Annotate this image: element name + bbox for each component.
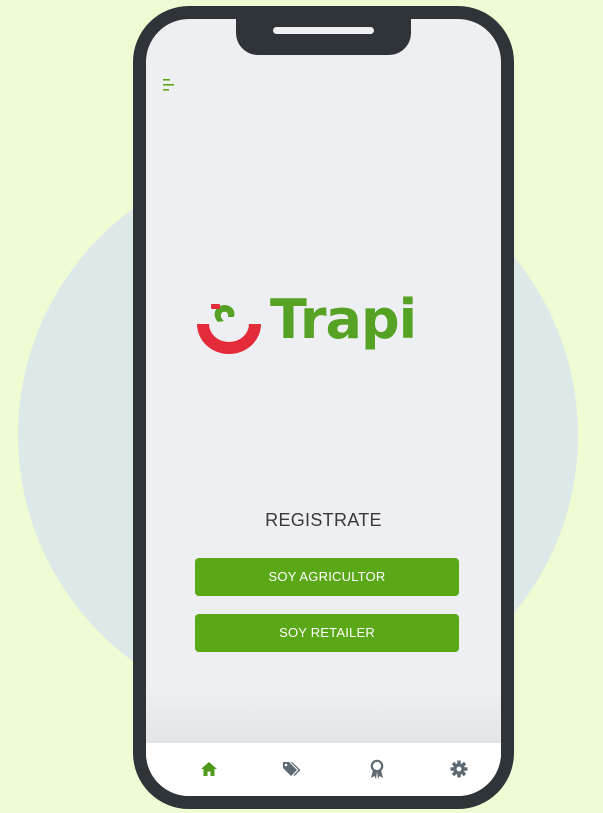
stage: Trapi REGISTRATE SOY AGRICULTOR SOY RETA… (0, 0, 603, 813)
home-indicator[interactable] (259, 797, 387, 802)
brand-name: Trapi (270, 288, 417, 351)
register-title: REGISTRATE (265, 510, 382, 530)
award-icon[interactable] (367, 759, 393, 785)
tag-icon[interactable] (281, 759, 307, 785)
phone-notch (236, 19, 411, 55)
chili-logo-icon (197, 304, 261, 354)
trapi-logo: Trapi (184, 284, 474, 374)
phone-frame: Trapi REGISTRATE SOY AGRICULTOR SOY RETA… (133, 6, 514, 809)
menu-icon[interactable] (163, 77, 175, 93)
soy-agricultor-button[interactable]: SOY AGRICULTOR (195, 558, 459, 596)
gear-icon[interactable] (449, 759, 475, 785)
speaker-slot (273, 27, 374, 34)
bottom-shade (146, 689, 501, 744)
bottom-tab-bar (146, 743, 501, 802)
soy-retailer-button[interactable]: SOY RETAILER (195, 614, 459, 652)
home-icon[interactable] (199, 759, 225, 785)
